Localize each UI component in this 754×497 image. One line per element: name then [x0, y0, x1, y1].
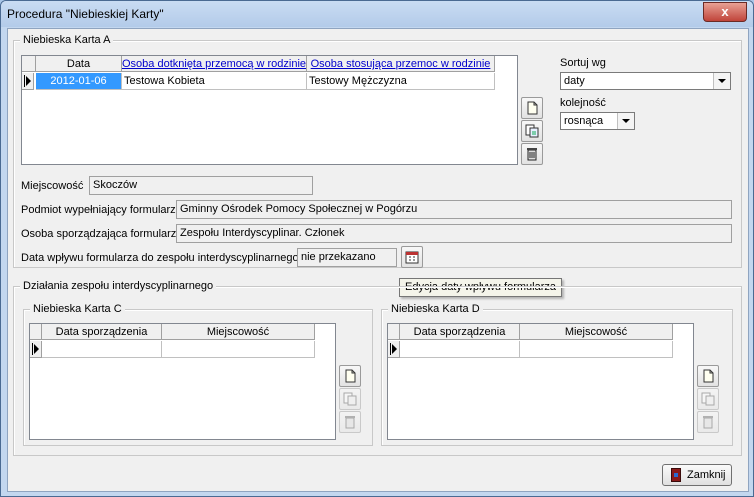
grid-corner — [22, 56, 36, 72]
cell-empty[interactable] — [520, 341, 673, 358]
edit-karta-c-button[interactable] — [339, 388, 361, 410]
edit-karta-d-button[interactable] — [697, 388, 719, 410]
edit-document-icon — [525, 124, 539, 138]
add-karta-c-button[interactable] — [339, 365, 361, 387]
group-dzialania-label: Działania zespołu interdyscyplinarnego — [20, 280, 217, 292]
client-area: Niebieska Karta A Data Osoba dotknięta p… — [7, 28, 749, 492]
group-karta-c: Niebieska Karta C Data sporządzenia Miej… — [23, 303, 373, 446]
karta-d-grid[interactable]: Data sporządzenia Miejscowość — [387, 323, 694, 440]
new-document-icon — [527, 101, 538, 115]
cell-empty[interactable] — [400, 341, 520, 358]
group-karta-d-label: Niebieska Karta D — [388, 303, 483, 315]
window-title: Procedura "Niebieskiej Karty" — [7, 7, 164, 21]
close-window-button[interactable]: x — [703, 2, 747, 22]
data-wplywu-label: Data wpływu formularza do zespołu interd… — [21, 252, 299, 264]
main-window: Procedura "Niebieskiej Karty" x Niebiesk… — [0, 0, 754, 497]
new-document-icon — [345, 369, 356, 383]
row-indicator — [388, 341, 400, 358]
grid-corner — [388, 324, 400, 340]
cell-ofiara[interactable]: Testowa Kobieta — [122, 73, 307, 90]
group-karta-c-label: Niebieska Karta C — [30, 303, 125, 315]
delete-karta-c-button[interactable] — [339, 411, 361, 433]
grid-corner — [30, 324, 42, 340]
row-indicator — [30, 341, 42, 358]
add-karta-a-button[interactable] — [521, 97, 543, 119]
close-icon: x — [721, 4, 729, 19]
group-karta-d: Niebieska Karta D Data sporządzenia Miej… — [381, 303, 733, 446]
podmiot-label: Podmiot wypełniający formularz — [21, 204, 176, 216]
column-header-sprawca[interactable]: Osoba stosująca przemoc w rodzinie — [307, 56, 495, 72]
group-karta-a-label: Niebieska Karta A — [20, 34, 114, 46]
cell-empty[interactable] — [42, 341, 162, 358]
group-karta-a: Niebieska Karta A Data Osoba dotknięta p… — [13, 34, 742, 268]
osoba-label: Osoba sporządzająca formularz — [21, 228, 177, 240]
miejscowosc-label: Miejscowość — [21, 180, 84, 192]
column-header-data[interactable]: Data — [36, 56, 122, 72]
current-row-arrow-icon — [392, 344, 397, 354]
edit-karta-a-button[interactable] — [521, 120, 543, 142]
cell-sprawca[interactable]: Testowy Mężczyzna — [307, 73, 495, 90]
row-indicator — [22, 73, 34, 90]
new-document-icon — [703, 369, 714, 383]
edit-date-button[interactable] — [401, 246, 423, 268]
order-label: kolejność — [560, 97, 606, 109]
order-select[interactable]: rosnąca — [560, 112, 635, 130]
title-bar: Procedura "Niebieskiej Karty" x — [1, 1, 753, 27]
sort-select[interactable]: daty — [560, 72, 731, 90]
column-header-data-sporzadzenia[interactable]: Data sporządzenia — [400, 324, 520, 340]
column-header-miejscowosc[interactable]: Miejscowość — [520, 324, 673, 340]
trash-icon — [345, 416, 355, 429]
podmiot-field: Gminny Ośrodek Pomocy Społecznej w Pogór… — [176, 200, 732, 219]
zamknij-label: Zamknij — [687, 469, 726, 481]
column-header-ofiara[interactable]: Osoba dotknięta przemocą w rodzinie — [122, 56, 307, 72]
group-dzialania: Działania zespołu interdyscyplinarnego N… — [13, 280, 742, 456]
trash-icon — [527, 148, 537, 161]
chevron-down-icon — [713, 73, 730, 89]
sort-label: Sortuj wg — [560, 57, 606, 69]
delete-karta-a-button[interactable] — [521, 143, 543, 165]
current-row-arrow-icon — [26, 76, 31, 86]
karta-c-grid[interactable]: Data sporządzenia Miejscowość — [29, 323, 336, 440]
delete-karta-d-button[interactable] — [697, 411, 719, 433]
data-wplywu-field: nie przekazano — [297, 248, 397, 267]
calendar-icon — [405, 251, 419, 264]
chevron-down-icon — [617, 113, 634, 129]
cell-data[interactable]: 2012-01-06 — [36, 73, 122, 90]
edit-document-icon — [343, 392, 357, 406]
osoba-field: Zespołu Interdyscyplinar. Członek — [176, 224, 732, 243]
add-karta-d-button[interactable] — [697, 365, 719, 387]
miejscowosc-field: Skoczów — [89, 176, 313, 195]
column-header-data-sporzadzenia[interactable]: Data sporządzenia — [42, 324, 162, 340]
edit-document-icon — [701, 392, 715, 406]
trash-icon — [703, 416, 713, 429]
cell-empty[interactable] — [162, 341, 315, 358]
zamknij-button[interactable]: Zamknij — [662, 464, 732, 486]
current-row-arrow-icon — [34, 344, 39, 354]
exit-door-icon — [671, 468, 681, 482]
karta-a-grid[interactable]: Data Osoba dotknięta przemocą w rodzinie… — [21, 55, 518, 165]
column-header-miejscowosc[interactable]: Miejscowość — [162, 324, 315, 340]
